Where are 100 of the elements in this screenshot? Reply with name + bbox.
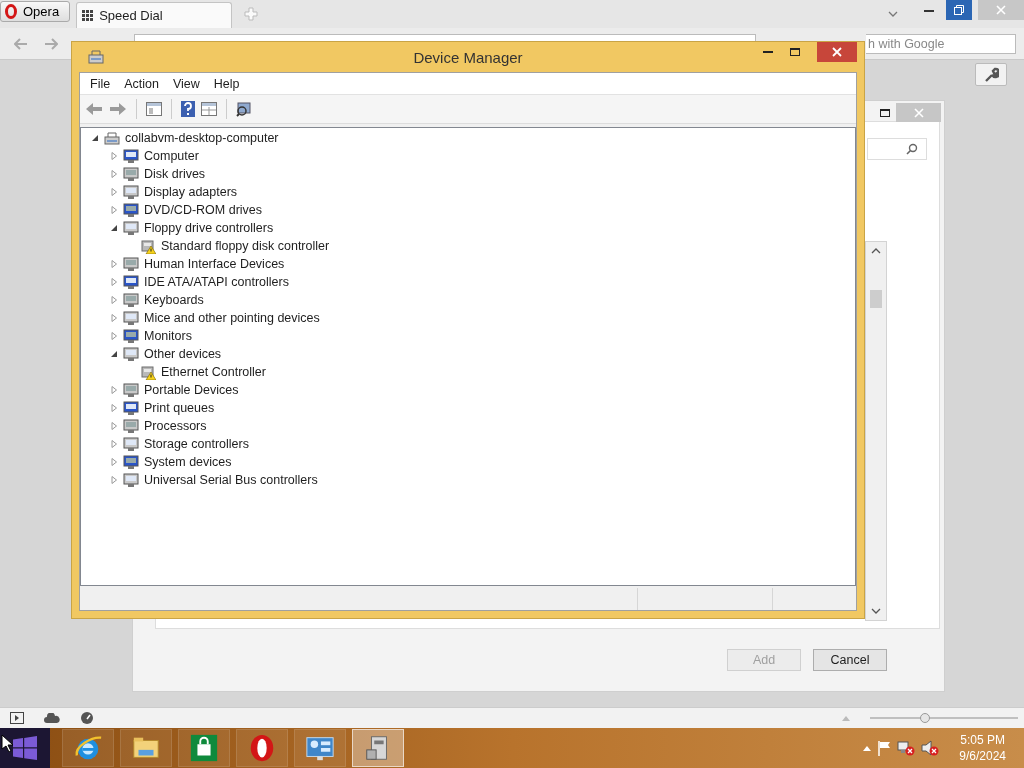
control-panel-icon[interactable] xyxy=(294,729,346,767)
tree-item[interactable]: Display adapters xyxy=(143,185,239,199)
menu-item[interactable]: View xyxy=(165,74,207,93)
menu-item[interactable]: File xyxy=(83,74,118,93)
close-icon xyxy=(832,47,842,57)
tree-item[interactable]: Monitors xyxy=(143,329,193,343)
opera-o-icon[interactable] xyxy=(236,729,288,767)
tree-item[interactable]: Print queues xyxy=(143,401,216,415)
tree-item[interactable]: Portable Devices xyxy=(143,383,240,397)
expand-arrow-icon[interactable] xyxy=(110,386,118,394)
collapse-arrow-icon[interactable] xyxy=(110,224,118,232)
computer-icon xyxy=(104,130,120,146)
mouse-cursor-icon xyxy=(1,734,13,752)
back-arrow-icon[interactable] xyxy=(85,102,103,116)
back-arrow-icon[interactable] xyxy=(14,37,28,50)
forward-arrow-icon[interactable] xyxy=(109,102,127,116)
tree-item[interactable]: Universal Serial Bus controllers xyxy=(143,473,319,487)
device-icon xyxy=(123,400,139,416)
grid-view-icon[interactable] xyxy=(201,102,217,116)
device-icon xyxy=(123,328,139,344)
scrollbar[interactable] xyxy=(865,241,887,621)
tree-item[interactable]: DVD/CD-ROM drives xyxy=(143,203,264,217)
device-icon xyxy=(123,184,139,200)
cloud-icon[interactable] xyxy=(44,713,60,723)
tree-item[interactable]: collabvm-desktop-computer xyxy=(124,131,280,145)
device-manager-icon[interactable] xyxy=(352,729,404,767)
help-icon[interactable] xyxy=(181,101,195,117)
device-icon xyxy=(123,418,139,434)
caret-icon[interactable] xyxy=(863,745,872,751)
folder-icon[interactable] xyxy=(120,729,172,767)
tree-item[interactable]: Standard floppy disk controller xyxy=(160,239,331,253)
expand-arrow-icon[interactable] xyxy=(110,260,118,268)
tree-item[interactable]: Human Interface Devices xyxy=(143,257,286,271)
expand-arrow-icon[interactable] xyxy=(110,404,118,412)
browser-e-icon[interactable] xyxy=(62,729,114,767)
grid-icon xyxy=(82,9,95,22)
expand-arrow-icon[interactable] xyxy=(110,458,118,466)
restore-icon xyxy=(954,5,964,15)
settings-button[interactable] xyxy=(975,63,1007,86)
tree-item[interactable]: System devices xyxy=(143,455,233,469)
browser-tab[interactable]: Speed Dial xyxy=(76,2,233,28)
expand-arrow-icon[interactable] xyxy=(110,440,118,448)
tree-item[interactable]: Disk drives xyxy=(143,167,207,181)
caret-icon[interactable] xyxy=(842,715,850,721)
speedometer-icon[interactable] xyxy=(80,711,94,725)
device-icon xyxy=(123,292,139,308)
expand-arrow-icon[interactable] xyxy=(110,332,118,340)
tree-item[interactable]: Keyboards xyxy=(143,293,205,307)
menu-item[interactable]: Action xyxy=(117,74,166,93)
maximize-icon[interactable] xyxy=(790,48,800,56)
tree-item[interactable]: IDE ATA/ATAPI controllers xyxy=(143,275,290,289)
panel-toggle-icon[interactable] xyxy=(10,712,24,724)
store-bag-icon[interactable] xyxy=(178,729,230,767)
device-manager-icon xyxy=(88,49,104,65)
collapse-arrow-icon[interactable] xyxy=(110,350,118,358)
tree-item[interactable]: Processors xyxy=(143,419,208,433)
properties-icon[interactable] xyxy=(146,102,162,116)
expand-arrow-icon[interactable] xyxy=(110,422,118,430)
menu-item[interactable]: Help xyxy=(206,74,247,93)
device-icon xyxy=(123,220,139,236)
expand-arrow-icon[interactable] xyxy=(110,152,118,160)
new-tab-icon[interactable] xyxy=(244,7,259,21)
tree-item[interactable]: Floppy drive controllers xyxy=(143,221,275,235)
maximize-icon xyxy=(880,109,890,117)
expand-arrow-icon[interactable] xyxy=(110,170,118,178)
search-icon xyxy=(906,143,918,155)
device-icon xyxy=(123,310,139,326)
expand-arrow-icon[interactable] xyxy=(110,278,118,286)
device-icon xyxy=(123,382,139,398)
tree-item[interactable]: Storage controllers xyxy=(143,437,250,451)
expand-arrow-icon[interactable] xyxy=(110,314,118,322)
expand-arrow-icon[interactable] xyxy=(110,206,118,214)
search-field[interactable]: h with Google xyxy=(866,33,1016,54)
scrollbar-thumb[interactable] xyxy=(870,290,882,308)
scroll-up-icon[interactable] xyxy=(871,248,881,254)
expand-arrow-icon[interactable] xyxy=(110,188,118,196)
zoom-slider-thumb[interactable] xyxy=(919,712,930,723)
device-icon xyxy=(123,166,139,182)
muted-speaker-icon[interactable] xyxy=(921,740,940,756)
tree-item[interactable]: Ethernet Controller xyxy=(160,365,267,379)
tree-item[interactable]: Other devices xyxy=(143,347,223,361)
collapse-arrow-icon[interactable] xyxy=(91,134,99,142)
expand-arrow-icon[interactable] xyxy=(110,476,118,484)
device-icon xyxy=(123,256,139,272)
search-field[interactable] xyxy=(867,138,927,160)
caret-icon[interactable] xyxy=(888,11,898,17)
tree-item[interactable]: Computer xyxy=(143,149,200,163)
network-error-icon[interactable] xyxy=(897,740,916,756)
scan-hardware-icon[interactable] xyxy=(236,101,252,117)
flag-icon[interactable] xyxy=(877,740,892,756)
opera-menu-button[interactable]: Opera xyxy=(0,1,71,22)
start-button[interactable] xyxy=(0,728,50,768)
restore-button[interactable] xyxy=(946,0,972,20)
scroll-down-icon[interactable] xyxy=(871,608,881,614)
forward-arrow-icon[interactable] xyxy=(44,37,58,50)
close-button[interactable] xyxy=(817,42,857,62)
wrench-icon xyxy=(983,66,999,83)
tree-item[interactable]: Mice and other pointing devices xyxy=(143,311,321,325)
expand-arrow-icon[interactable] xyxy=(110,296,118,304)
dialog-button[interactable]: Cancel xyxy=(813,649,887,671)
